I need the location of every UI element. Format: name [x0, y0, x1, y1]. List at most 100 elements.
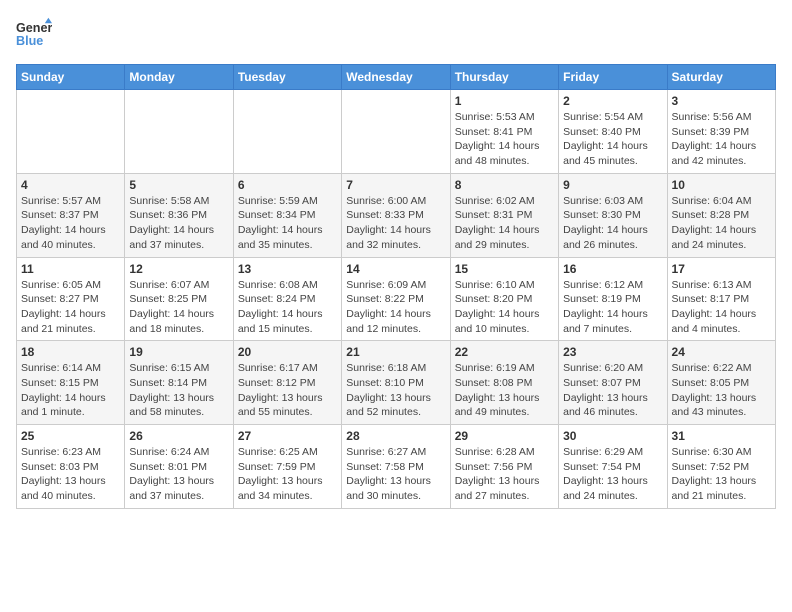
- calendar-cell: 13Sunrise: 6:08 AM Sunset: 8:24 PM Dayli…: [233, 257, 341, 341]
- calendar-cell: 15 Sunrise: 6:10 AM Sunset: 8:20 PM Dayli…: [450, 257, 558, 341]
- day-info: Sunrise: 6:25 AM Sunset: 7:59 PM Dayligh…: [238, 445, 337, 504]
- calendar-week-row: 25 Sunrise: 6:23 AM Sunset: 8:03 PM Dayli…: [17, 425, 776, 509]
- calendar-cell: 24 Sunrise: 6:22 AM Sunset: 8:05 PM Dayli…: [667, 341, 775, 425]
- day-info: Sunrise: 6:10 AM Sunset: 8:20 PM Dayligh…: [455, 278, 554, 337]
- day-number: 30: [563, 429, 662, 443]
- day-info: Sunrise: 5:56 AM Sunset: 8:39 PM Dayligh…: [672, 110, 771, 169]
- calendar-cell: [125, 90, 233, 174]
- day-number: 10: [672, 178, 771, 192]
- calendar-cell: 16 Sunrise: 6:12 AM Sunset: 8:19 PM Dayli…: [559, 257, 667, 341]
- weekday-header: Tuesday: [233, 65, 341, 90]
- day-info: Sunrise: 6:18 AM Sunset: 8:10 PM Dayligh…: [346, 361, 445, 420]
- calendar-cell: [342, 90, 450, 174]
- calendar-cell: 25 Sunrise: 6:23 AM Sunset: 8:03 PM Dayli…: [17, 425, 125, 509]
- day-info: Sunrise: 6:22 AM Sunset: 8:05 PM Dayligh…: [672, 361, 771, 420]
- calendar-cell: 27 Sunrise: 6:25 AM Sunset: 7:59 PM Dayli…: [233, 425, 341, 509]
- day-info: Sunrise: 6:09 AM Sunset: 8:22 PM Dayligh…: [346, 278, 445, 337]
- day-info: Sunrise: 6:00 AM Sunset: 8:33 PM Dayligh…: [346, 194, 445, 253]
- calendar-cell: 2 Sunrise: 5:54 AM Sunset: 8:40 PM Daylig…: [559, 90, 667, 174]
- calendar-cell: 26 Sunrise: 6:24 AM Sunset: 8:01 PM Dayli…: [125, 425, 233, 509]
- calendar-cell: 18 Sunrise: 6:14 AM Sunset: 8:15 PM Dayli…: [17, 341, 125, 425]
- day-number: 3: [672, 94, 771, 108]
- calendar-cell: 9Sunrise: 6:03 AM Sunset: 8:30 PM Daylig…: [559, 173, 667, 257]
- calendar-cell: 5 Sunrise: 5:58 AM Sunset: 8:36 PM Daylig…: [125, 173, 233, 257]
- calendar-cell: 21 Sunrise: 6:18 AM Sunset: 8:10 PM Dayli…: [342, 341, 450, 425]
- weekday-header: Thursday: [450, 65, 558, 90]
- day-number: 8: [455, 178, 554, 192]
- calendar-header-row: SundayMondayTuesdayWednesdayThursdayFrid…: [17, 65, 776, 90]
- day-number: 11: [21, 262, 120, 276]
- svg-text:Blue: Blue: [16, 34, 43, 48]
- day-info: Sunrise: 6:02 AM Sunset: 8:31 PM Dayligh…: [455, 194, 554, 253]
- calendar-cell: 6 Sunrise: 5:59 AM Sunset: 8:34 PM Daylig…: [233, 173, 341, 257]
- page-header: General Blue: [16, 16, 776, 52]
- day-number: 19: [129, 345, 228, 359]
- day-number: 1: [455, 94, 554, 108]
- calendar-cell: 28 Sunrise: 6:27 AM Sunset: 7:58 PM Dayli…: [342, 425, 450, 509]
- day-info: Sunrise: 6:19 AM Sunset: 8:08 PM Dayligh…: [455, 361, 554, 420]
- calendar-cell: 17 Sunrise: 6:13 AM Sunset: 8:17 PM Dayli…: [667, 257, 775, 341]
- calendar-cell: 30 Sunrise: 6:29 AM Sunset: 7:54 PM Dayli…: [559, 425, 667, 509]
- day-number: 24: [672, 345, 771, 359]
- calendar-cell: 11 Sunrise: 6:05 AM Sunset: 8:27 PM Dayli…: [17, 257, 125, 341]
- logo-icon: General Blue: [16, 16, 52, 52]
- day-info: Sunrise: 6:27 AM Sunset: 7:58 PM Dayligh…: [346, 445, 445, 504]
- day-number: 15: [455, 262, 554, 276]
- day-info: Sunrise: 6:29 AM Sunset: 7:54 PM Dayligh…: [563, 445, 662, 504]
- calendar-cell: 3 Sunrise: 5:56 AM Sunset: 8:39 PM Daylig…: [667, 90, 775, 174]
- day-number: 16: [563, 262, 662, 276]
- day-number: 17: [672, 262, 771, 276]
- calendar-cell: 20 Sunrise: 6:17 AM Sunset: 8:12 PM Dayli…: [233, 341, 341, 425]
- day-info: Sunrise: 5:58 AM Sunset: 8:36 PM Dayligh…: [129, 194, 228, 253]
- day-info: Sunrise: 6:15 AM Sunset: 8:14 PM Dayligh…: [129, 361, 228, 420]
- calendar-cell: 29Sunrise: 6:28 AM Sunset: 7:56 PM Dayli…: [450, 425, 558, 509]
- day-info: Sunrise: 6:30 AM Sunset: 7:52 PM Dayligh…: [672, 445, 771, 504]
- day-number: 26: [129, 429, 228, 443]
- weekday-header: Sunday: [17, 65, 125, 90]
- day-number: 27: [238, 429, 337, 443]
- day-number: 23: [563, 345, 662, 359]
- weekday-header: Wednesday: [342, 65, 450, 90]
- day-info: Sunrise: 6:05 AM Sunset: 8:27 PM Dayligh…: [21, 278, 120, 337]
- day-info: Sunrise: 5:59 AM Sunset: 8:34 PM Dayligh…: [238, 194, 337, 253]
- day-info: Sunrise: 6:12 AM Sunset: 8:19 PM Dayligh…: [563, 278, 662, 337]
- day-number: 14: [346, 262, 445, 276]
- calendar-cell: 14 Sunrise: 6:09 AM Sunset: 8:22 PM Dayli…: [342, 257, 450, 341]
- calendar-cell: [233, 90, 341, 174]
- calendar-cell: 19 Sunrise: 6:15 AM Sunset: 8:14 PM Dayli…: [125, 341, 233, 425]
- day-number: 9: [563, 178, 662, 192]
- day-info: Sunrise: 5:53 AM Sunset: 8:41 PM Dayligh…: [455, 110, 554, 169]
- weekday-header: Friday: [559, 65, 667, 90]
- day-info: Sunrise: 6:08 AM Sunset: 8:24 PM Dayligh…: [238, 278, 337, 337]
- day-info: Sunrise: 5:57 AM Sunset: 8:37 PM Dayligh…: [21, 194, 120, 253]
- calendar-week-row: 1 Sunrise: 5:53 AM Sunset: 8:41 PM Daylig…: [17, 90, 776, 174]
- day-number: 2: [563, 94, 662, 108]
- day-number: 29: [455, 429, 554, 443]
- day-info: Sunrise: 6:13 AM Sunset: 8:17 PM Dayligh…: [672, 278, 771, 337]
- day-number: 25: [21, 429, 120, 443]
- calendar-week-row: 18 Sunrise: 6:14 AM Sunset: 8:15 PM Dayli…: [17, 341, 776, 425]
- calendar-cell: [17, 90, 125, 174]
- day-number: 5: [129, 178, 228, 192]
- calendar-table: SundayMondayTuesdayWednesdayThursdayFrid…: [16, 64, 776, 509]
- day-number: 21: [346, 345, 445, 359]
- calendar-cell: 23 Sunrise: 6:20 AM Sunset: 8:07 PM Dayli…: [559, 341, 667, 425]
- day-number: 6: [238, 178, 337, 192]
- day-info: Sunrise: 6:17 AM Sunset: 8:12 PM Dayligh…: [238, 361, 337, 420]
- day-info: Sunrise: 6:23 AM Sunset: 8:03 PM Dayligh…: [21, 445, 120, 504]
- day-number: 22: [455, 345, 554, 359]
- day-info: Sunrise: 5:54 AM Sunset: 8:40 PM Dayligh…: [563, 110, 662, 169]
- day-number: 28: [346, 429, 445, 443]
- calendar-week-row: 11 Sunrise: 6:05 AM Sunset: 8:27 PM Dayli…: [17, 257, 776, 341]
- weekday-header: Monday: [125, 65, 233, 90]
- day-info: Sunrise: 6:14 AM Sunset: 8:15 PM Dayligh…: [21, 361, 120, 420]
- day-info: Sunrise: 6:04 AM Sunset: 8:28 PM Dayligh…: [672, 194, 771, 253]
- day-info: Sunrise: 6:20 AM Sunset: 8:07 PM Dayligh…: [563, 361, 662, 420]
- calendar-cell: 12Sunrise: 6:07 AM Sunset: 8:25 PM Dayli…: [125, 257, 233, 341]
- day-info: Sunrise: 6:24 AM Sunset: 8:01 PM Dayligh…: [129, 445, 228, 504]
- calendar-cell: 31Sunrise: 6:30 AM Sunset: 7:52 PM Dayli…: [667, 425, 775, 509]
- day-number: 18: [21, 345, 120, 359]
- day-number: 7: [346, 178, 445, 192]
- day-number: 20: [238, 345, 337, 359]
- calendar-cell: 10 Sunrise: 6:04 AM Sunset: 8:28 PM Dayli…: [667, 173, 775, 257]
